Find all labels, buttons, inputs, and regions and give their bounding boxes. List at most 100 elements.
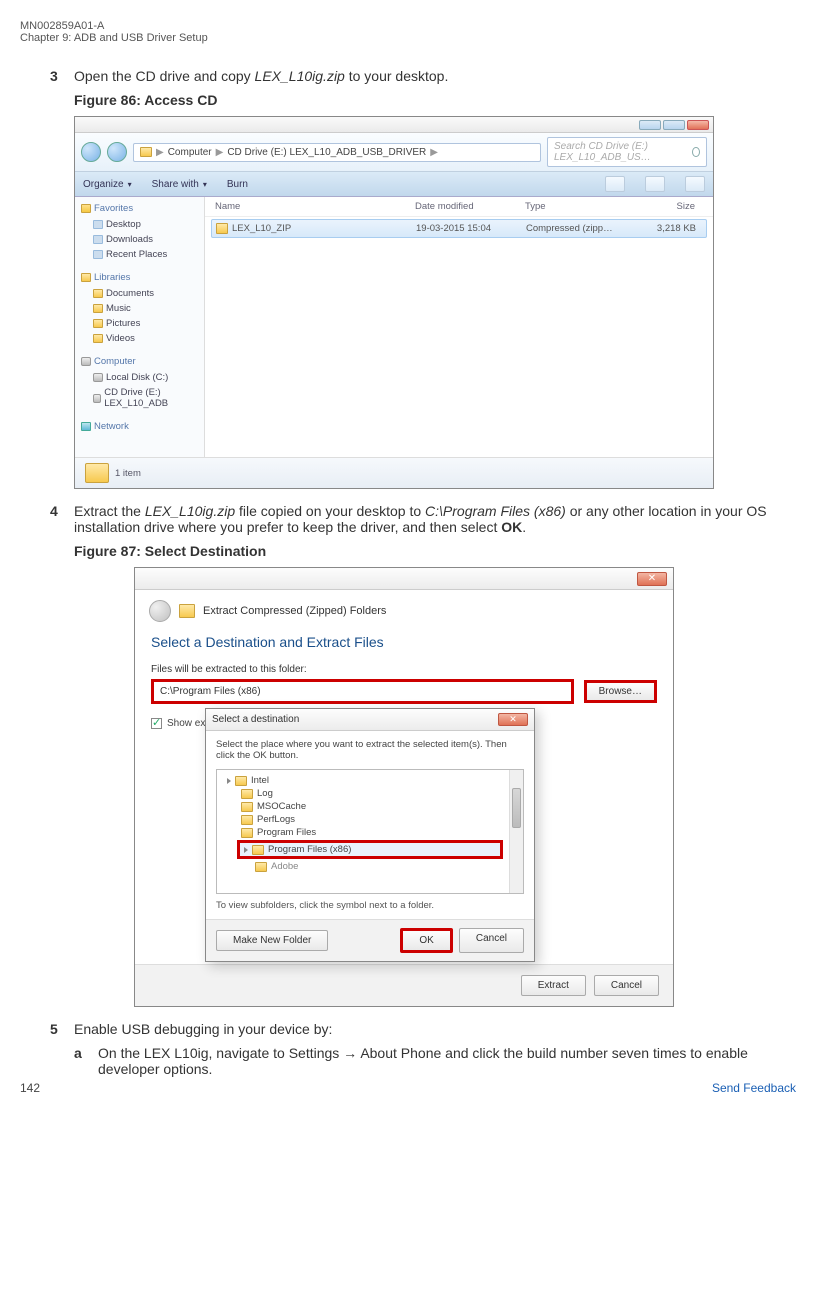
sidebar-favorites-group[interactable]: Favorites <box>79 203 200 214</box>
tree-node-adobe[interactable]: Adobe <box>223 860 517 873</box>
extract-button[interactable]: Extract <box>521 975 586 996</box>
sidebar-libraries-group[interactable]: Libraries <box>79 272 200 283</box>
step-4-number: 4 <box>50 503 74 535</box>
sidebar-item-pictures[interactable]: Pictures <box>79 316 200 331</box>
sidebar-item-recent-places[interactable]: Recent Places <box>79 247 200 262</box>
ok-button[interactable]: OK <box>400 928 452 953</box>
subfolder-hint: To view subfolders, click the symbol nex… <box>216 900 524 911</box>
make-new-folder-button[interactable]: Make New Folder <box>216 930 328 951</box>
file-type: Compressed (zipp… <box>526 223 636 234</box>
doc-header: MN002859A01-A Chapter 9: ADB and USB Dri… <box>20 20 796 44</box>
folder-icon <box>140 147 152 157</box>
folder-icon <box>85 463 109 483</box>
explorer-sidebar: Favorites Desktop Downloads Recent Place… <box>75 197 205 457</box>
send-feedback-link[interactable]: Send Feedback <box>712 1081 796 1095</box>
cancel-button[interactable]: Cancel <box>594 975 659 996</box>
sidebar-item-cd-drive[interactable]: CD Drive (E:) LEX_L10_ADB <box>79 385 200 411</box>
explorer-statusbar: 1 item <box>75 457 713 488</box>
sidebar-item-desktop[interactable]: Desktop <box>79 217 200 232</box>
file-date: 19-03-2015 15:04 <box>416 223 526 234</box>
explorer-titlebar <box>75 117 713 133</box>
explorer-main: Name Date modified Type Size LEX_L10_ZIP… <box>205 197 713 457</box>
column-date[interactable]: Date modified <box>415 201 525 212</box>
figure-86-caption: Figure 86: Access CD <box>74 92 796 108</box>
videos-icon <box>93 334 103 343</box>
scroll-thumb[interactable] <box>512 788 521 828</box>
wizard-titlebar: ✕ <box>135 568 673 590</box>
share-with-button[interactable]: Share with <box>152 179 207 190</box>
back-icon[interactable] <box>81 142 101 162</box>
tree-node-program-files[interactable]: Program Files <box>223 826 517 839</box>
minimize-icon[interactable] <box>639 120 661 130</box>
folder-tree[interactable]: Intel Log MSOCache PerfLogs Program File… <box>216 769 524 894</box>
close-icon[interactable] <box>687 120 709 130</box>
substep-5a-text: On the LEX L10ig, navigate to Settings →… <box>98 1045 796 1077</box>
column-name[interactable]: Name <box>215 201 415 212</box>
file-name: LEX_L10_ZIP <box>232 223 291 234</box>
sidebar-network-group[interactable]: Network <box>79 421 200 432</box>
step-3: 3 Open the CD drive and copy LEX_L10ig.z… <box>50 68 796 84</box>
close-icon[interactable]: ✕ <box>498 713 528 726</box>
substep-5a-letter: a <box>74 1045 98 1077</box>
sidebar-item-videos[interactable]: Videos <box>79 331 200 346</box>
organize-button[interactable]: Organize <box>83 179 132 190</box>
breadcrumb-sep: ▶ <box>430 147 438 158</box>
close-icon[interactable]: ✕ <box>637 572 667 586</box>
disk-icon <box>93 373 103 382</box>
preview-pane-icon[interactable] <box>645 176 665 192</box>
doc-code: MN002859A01-A <box>20 20 796 32</box>
folder-icon <box>241 789 253 799</box>
column-type[interactable]: Type <box>525 201 635 212</box>
sidebar-item-downloads[interactable]: Downloads <box>79 232 200 247</box>
computer-icon <box>81 357 91 366</box>
folder-icon <box>255 862 267 872</box>
folder-icon <box>241 802 253 812</box>
help-icon[interactable] <box>685 176 705 192</box>
file-row[interactable]: LEX_L10_ZIP 19-03-2015 15:04 Compressed … <box>211 219 707 238</box>
recent-icon <box>93 250 103 259</box>
back-icon[interactable] <box>149 600 171 622</box>
folder-icon <box>252 845 264 855</box>
sidebar-computer-group[interactable]: Computer <box>79 356 200 367</box>
tree-node-intel[interactable]: Intel <box>223 774 517 787</box>
pictures-icon <box>93 319 103 328</box>
explorer-navbar: ▶ Computer ▶ CD Drive (E:) LEX_L10_ADB_U… <box>75 133 713 172</box>
address-bar[interactable]: ▶ Computer ▶ CD Drive (E:) LEX_L10_ADB_U… <box>133 143 541 162</box>
select-destination-dialog: Select a destination ✕ Select the place … <box>205 708 535 962</box>
maximize-icon[interactable] <box>663 120 685 130</box>
step-5-number: 5 <box>50 1021 74 1037</box>
music-icon <box>93 304 103 313</box>
sidebar-item-local-disk[interactable]: Local Disk (C:) <box>79 370 200 385</box>
status-text: 1 item <box>115 468 141 479</box>
tree-scrollbar[interactable] <box>509 770 523 893</box>
destination-path-input[interactable]: C:\Program Files (x86) <box>151 679 574 704</box>
sidebar-item-documents[interactable]: Documents <box>79 286 200 301</box>
wizard-footer: Extract Cancel <box>135 964 673 1006</box>
column-headers: Name Date modified Type Size <box>205 197 713 217</box>
tree-node-program-files-x86[interactable]: Program Files (x86) <box>237 840 503 859</box>
tree-node-msocache[interactable]: MSOCache <box>223 800 517 813</box>
network-icon <box>81 422 91 431</box>
step-5: 5 Enable USB debugging in your device by… <box>50 1021 796 1037</box>
step-3-number: 3 <box>50 68 74 84</box>
forward-icon[interactable] <box>107 142 127 162</box>
burn-button[interactable]: Burn <box>227 179 248 190</box>
doc-chapter: Chapter 9: ADB and USB Driver Setup <box>20 32 796 44</box>
breadcrumb-cddrive[interactable]: CD Drive (E:) LEX_L10_ADB_USB_DRIVER <box>227 147 426 158</box>
downloads-icon <box>93 235 103 244</box>
cancel-button[interactable]: Cancel <box>459 928 524 953</box>
zip-icon <box>179 604 195 618</box>
checkbox-icon[interactable] <box>151 718 162 729</box>
column-size[interactable]: Size <box>635 201 695 212</box>
view-icon[interactable] <box>605 176 625 192</box>
browse-button[interactable]: Browse… <box>584 680 657 703</box>
figure-87-extract-wizard: ✕ Extract Compressed (Zipped) Folders Se… <box>134 567 674 1007</box>
search-input[interactable]: Search CD Drive (E:) LEX_L10_ADB_US… <box>547 137 707 167</box>
expand-icon[interactable] <box>244 847 248 853</box>
tree-node-perflogs[interactable]: PerfLogs <box>223 813 517 826</box>
desktop-icon <box>93 220 103 229</box>
expand-icon[interactable] <box>227 778 231 784</box>
sidebar-item-music[interactable]: Music <box>79 301 200 316</box>
tree-node-log[interactable]: Log <box>223 787 517 800</box>
breadcrumb-computer[interactable]: Computer <box>168 147 212 158</box>
